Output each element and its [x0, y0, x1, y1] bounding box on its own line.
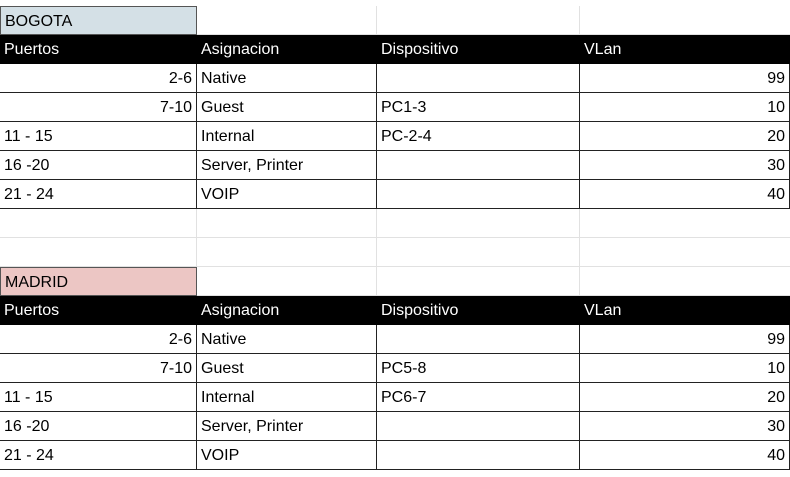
header-vlan[interactable]: VLan [580, 296, 790, 325]
cell-vlan[interactable]: 10 [580, 93, 790, 122]
cell-puertos[interactable]: 11 - 15 [0, 383, 197, 412]
cell-asignacion[interactable]: VOIP [197, 441, 377, 470]
cell-dispositivo[interactable]: PC5-8 [377, 354, 580, 383]
header-puertos[interactable]: Puertos [0, 296, 197, 325]
cell-puertos[interactable]: 21 - 24 [0, 441, 197, 470]
table-row: 16 -20 Server, Printer 30 [0, 151, 790, 180]
cell-dispositivo[interactable] [377, 412, 580, 441]
cell-asignacion[interactable]: Guest [197, 93, 377, 122]
cell-puertos[interactable]: 16 -20 [0, 412, 197, 441]
table-row: 11 - 15 Internal PC-2-4 20 [0, 122, 790, 151]
cell-asignacion[interactable]: Internal [197, 122, 377, 151]
header-asignacion[interactable]: Asignacion [197, 35, 377, 64]
header-vlan[interactable]: VLan [580, 35, 790, 64]
cell-asignacion[interactable]: Server, Printer [197, 412, 377, 441]
table-row: 16 -20 Server, Printer 30 [0, 412, 790, 441]
cell-asignacion[interactable]: Native [197, 64, 377, 93]
table-row: 11 - 15 Internal PC6-7 20 [0, 383, 790, 412]
header-dispositivo[interactable]: Dispositivo [377, 296, 580, 325]
table-row: 2-6 Native 99 [0, 64, 790, 93]
cell-puertos[interactable]: 16 -20 [0, 151, 197, 180]
cell-dispositivo[interactable]: PC1-3 [377, 93, 580, 122]
empty-cell[interactable] [580, 267, 790, 296]
table-row: 21 - 24 VOIP 40 [0, 441, 790, 470]
empty-cell[interactable] [377, 238, 580, 267]
cell-asignacion[interactable]: Server, Printer [197, 151, 377, 180]
cell-puertos[interactable]: 21 - 24 [0, 180, 197, 209]
cell-puertos[interactable]: 7-10 [0, 93, 197, 122]
header-row: Puertos Asignacion Dispositivo VLan [0, 296, 790, 325]
table-row: 7-10 Guest PC5-8 10 [0, 354, 790, 383]
header-asignacion[interactable]: Asignacion [197, 296, 377, 325]
empty-cell[interactable] [197, 267, 377, 296]
cell-asignacion[interactable]: Internal [197, 383, 377, 412]
cell-vlan[interactable]: 99 [580, 325, 790, 354]
empty-cell[interactable] [197, 238, 377, 267]
table-title-madrid[interactable]: MADRID [0, 267, 197, 296]
cell-asignacion[interactable]: Native [197, 325, 377, 354]
empty-row [0, 238, 790, 267]
cell-vlan[interactable]: 20 [580, 122, 790, 151]
empty-cell[interactable] [197, 6, 377, 35]
cell-vlan[interactable]: 40 [580, 180, 790, 209]
cell-asignacion[interactable]: Guest [197, 354, 377, 383]
table-row: 2-6 Native 99 [0, 325, 790, 354]
cell-dispositivo[interactable] [377, 180, 580, 209]
empty-cell[interactable] [377, 6, 580, 35]
cell-dispositivo[interactable] [377, 64, 580, 93]
empty-cell[interactable] [580, 238, 790, 267]
cell-dispositivo[interactable] [377, 151, 580, 180]
table-row: 21 - 24 VOIP 40 [0, 180, 790, 209]
cell-dispositivo[interactable] [377, 325, 580, 354]
cell-vlan[interactable]: 40 [580, 441, 790, 470]
cell-vlan[interactable]: 99 [580, 64, 790, 93]
empty-row [0, 209, 790, 238]
cell-puertos[interactable]: 11 - 15 [0, 122, 197, 151]
table-row: 7-10 Guest PC1-3 10 [0, 93, 790, 122]
cell-dispositivo[interactable] [377, 441, 580, 470]
cell-dispositivo[interactable]: PC-2-4 [377, 122, 580, 151]
empty-cell[interactable] [580, 6, 790, 35]
table-title-row: MADRID [0, 267, 790, 296]
empty-cell[interactable] [0, 209, 197, 238]
table-title-bogota[interactable]: BOGOTA [0, 6, 197, 35]
header-dispositivo[interactable]: Dispositivo [377, 35, 580, 64]
empty-cell[interactable] [377, 209, 580, 238]
empty-cell[interactable] [580, 209, 790, 238]
cell-puertos[interactable]: 2-6 [0, 64, 197, 93]
empty-cell[interactable] [377, 267, 580, 296]
cell-dispositivo[interactable]: PC6-7 [377, 383, 580, 412]
empty-cell[interactable] [197, 209, 377, 238]
cell-vlan[interactable]: 20 [580, 383, 790, 412]
empty-cell[interactable] [0, 238, 197, 267]
cell-vlan[interactable]: 10 [580, 354, 790, 383]
header-puertos[interactable]: Puertos [0, 35, 197, 64]
header-row: Puertos Asignacion Dispositivo VLan [0, 35, 790, 64]
cell-puertos[interactable]: 2-6 [0, 325, 197, 354]
table-title-row: BOGOTA [0, 6, 790, 35]
cell-vlan[interactable]: 30 [580, 151, 790, 180]
spreadsheet-grid: BOGOTA Puertos Asignacion Dispositivo VL… [0, 0, 790, 477]
cell-asignacion[interactable]: VOIP [197, 180, 377, 209]
cell-vlan[interactable]: 30 [580, 412, 790, 441]
cell-puertos[interactable]: 7-10 [0, 354, 197, 383]
